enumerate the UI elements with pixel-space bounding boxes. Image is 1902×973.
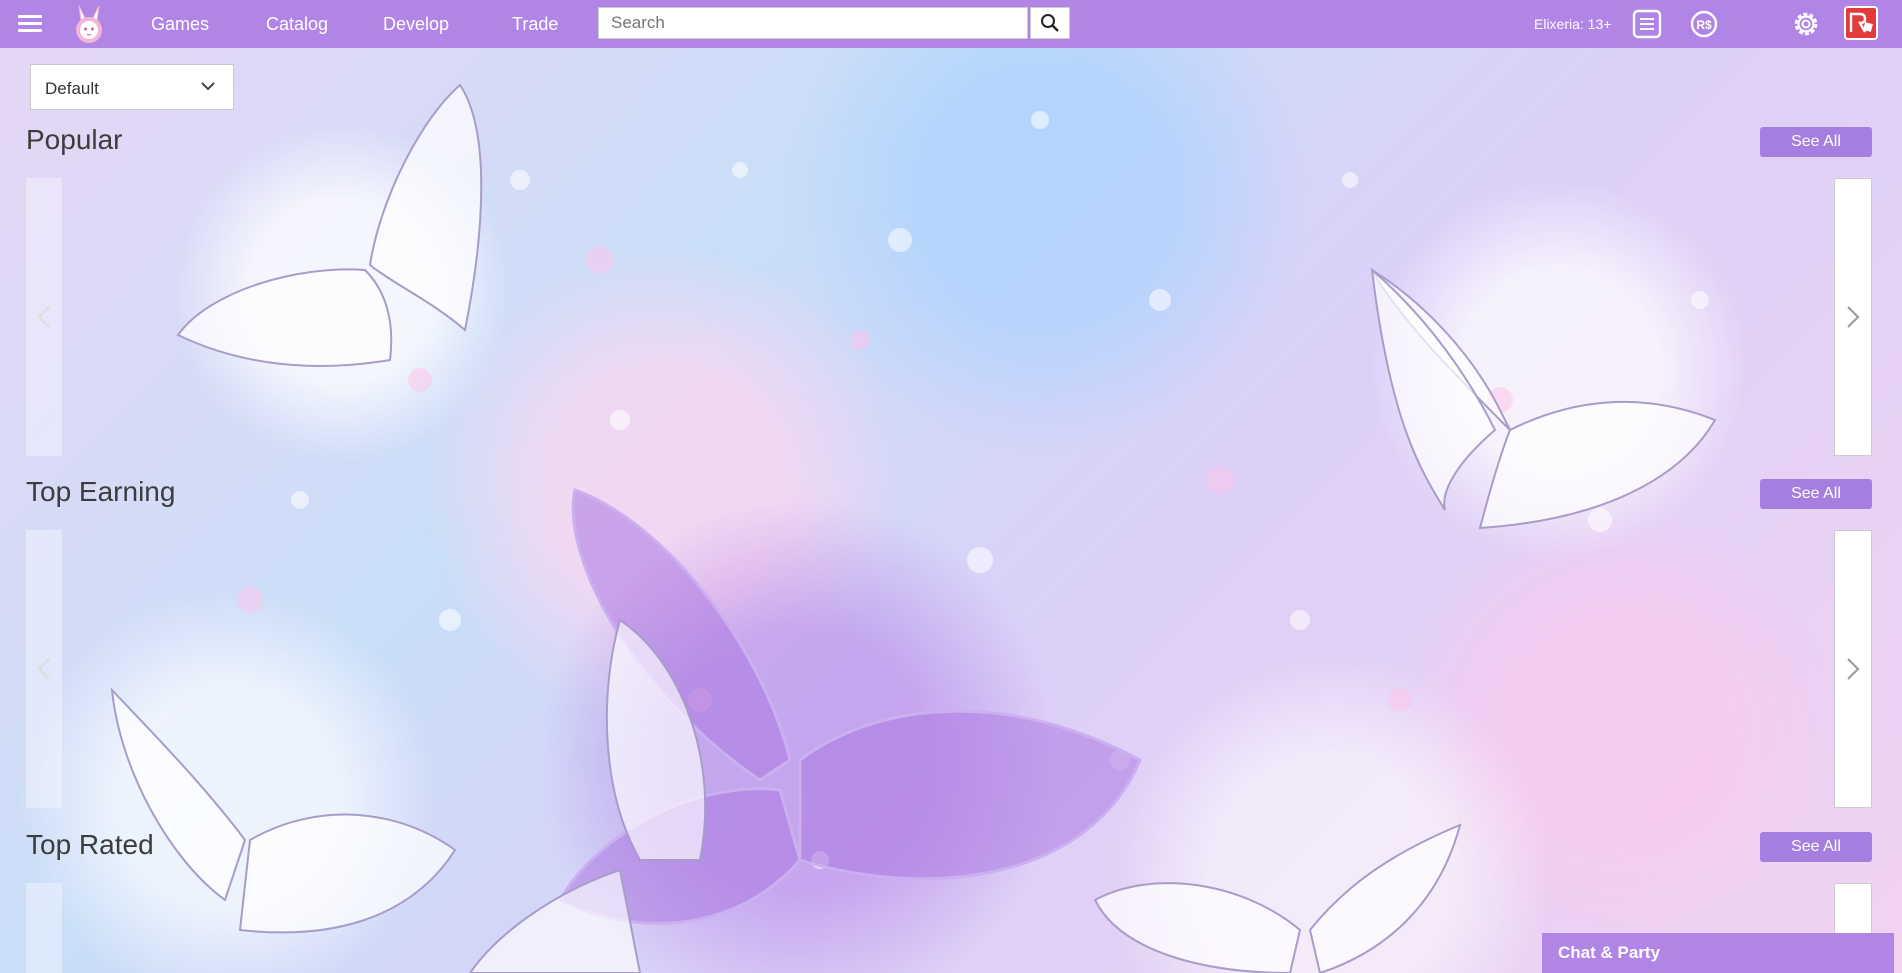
butterfly-background [110,83,1717,973]
nav-trade-link[interactable]: Trade [512,14,558,35]
sort-dropdown-value: Default [45,79,99,98]
chat-party-bar[interactable]: Chat & Party [1542,933,1894,973]
messages-icon[interactable] [1632,9,1662,39]
section-title-top-earning: Top Earning [26,476,176,507]
scroll-right-popular[interactable] [1834,178,1872,456]
roblox-logo-icon[interactable] [1844,6,1878,40]
section-title-top-rated: Top Rated [26,829,154,860]
settings-icon[interactable] [1791,9,1821,39]
see-all-popular-button[interactable]: See All [1760,127,1872,157]
robux-icon[interactable]: R$ [1689,9,1719,39]
see-all-top-earning-button[interactable]: See All [1760,479,1872,509]
see-all-top-rated-button[interactable]: See All [1760,832,1872,862]
bunny-logo-icon[interactable] [70,4,108,44]
search-button[interactable] [1030,7,1070,39]
chevron-left-icon [37,306,50,328]
scroll-left-popular[interactable] [26,178,62,456]
search-icon [1041,14,1059,32]
scroll-right-top-earning[interactable] [1834,530,1872,808]
menu-icon[interactable] [18,12,42,34]
scroll-left-top-earning[interactable] [26,530,62,808]
section-title-popular: Popular [26,124,123,155]
chevron-left-icon [37,658,50,680]
user-age-label[interactable]: Elixeria: 13+ [1534,16,1611,32]
nav-games-link[interactable]: Games [151,14,209,35]
sort-dropdown[interactable]: Default [30,64,234,110]
search-input[interactable] [598,7,1028,39]
chevron-down-icon [201,82,215,91]
svg-text:R$: R$ [1696,18,1712,32]
chevron-right-icon [1847,306,1860,328]
top-navigation-bar: Games Catalog Develop Trade Elixeria: 13… [0,0,1902,48]
scroll-left-top-rated[interactable] [26,883,62,973]
chevron-right-icon [1847,658,1860,680]
nav-catalog-link[interactable]: Catalog [266,14,328,35]
nav-develop-link[interactable]: Develop [383,14,449,35]
